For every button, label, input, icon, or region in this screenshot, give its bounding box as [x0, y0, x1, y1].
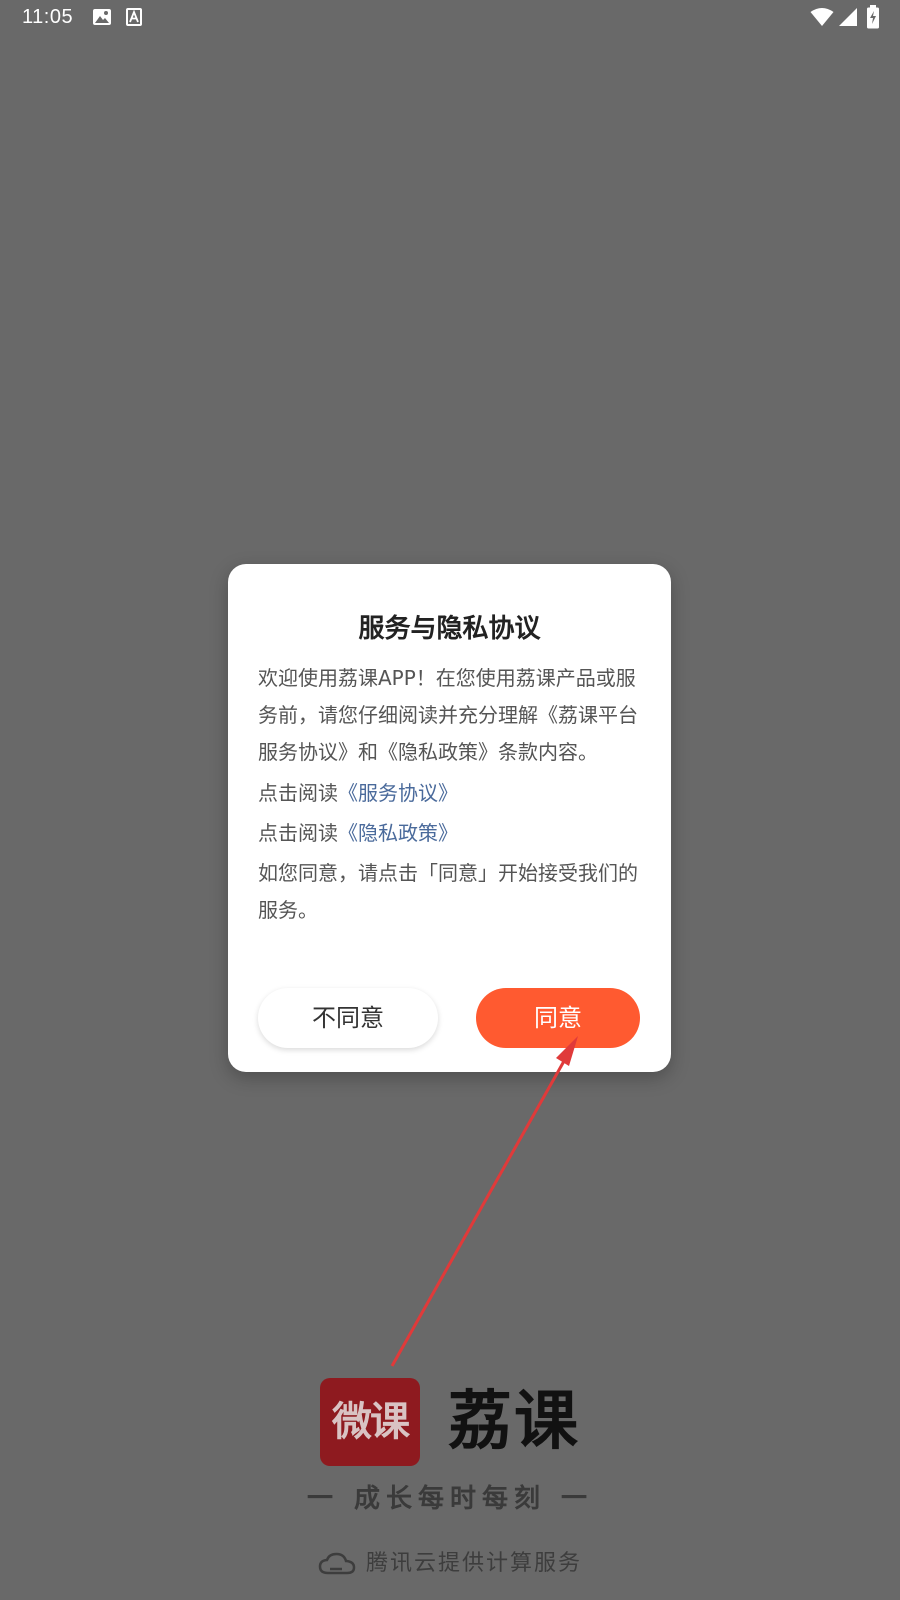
intro-text: 欢迎使用荔课APP！在您使用荔课产品或服务前，请您仔细阅读并充分理解《荔课平台服…	[258, 666, 638, 764]
service-agreement-link[interactable]: 《服务协议》	[338, 781, 458, 805]
image-icon	[93, 9, 111, 25]
signal-icon	[839, 8, 857, 26]
agree-button[interactable]: 同意	[476, 988, 640, 1048]
screen: 11:05 微课 荔课 一 成长每时每刻 一 腾讯云提供计算服务 服务与隐私协议…	[0, 0, 900, 1600]
dialog-body: 欢迎使用荔课APP！在您使用荔课产品或服务前，请您仔细阅读并充分理解《荔课平台服…	[258, 660, 643, 929]
app-logo: 微课	[320, 1378, 420, 1466]
powered-by-text: 腾讯云提供计算服务	[365, 1551, 582, 1576]
privacy-prefix: 点击阅读	[258, 821, 338, 845]
status-time: 11:05	[22, 6, 74, 28]
brand-name: 荔课	[448, 1385, 580, 1459]
privacy-line: 点击阅读《隐私政策》	[258, 815, 643, 852]
brand: 微课 荔课	[320, 1378, 600, 1468]
privacy-policy-link[interactable]: 《隐私政策》	[338, 821, 458, 845]
wifi-icon	[810, 8, 834, 26]
font-icon	[126, 8, 142, 26]
powered-by: 腾讯云提供计算服务	[0, 1545, 900, 1577]
cloud-icon	[318, 1552, 356, 1575]
dialog-title: 服务与隐私协议	[358, 614, 541, 644]
battery-icon	[867, 5, 879, 29]
service-line: 点击阅读《服务协议》	[258, 775, 643, 812]
service-prefix: 点击阅读	[258, 781, 338, 805]
disagree-button[interactable]: 不同意	[258, 988, 438, 1048]
privacy-dialog: 服务与隐私协议 欢迎使用荔课APP！在您使用荔课产品或服务前，请您仔细阅读并充分…	[228, 564, 671, 1072]
status-bar: 11:05	[0, 0, 900, 36]
consent-text: 如您同意，请点击「同意」开始接受我们的服务。	[258, 861, 638, 922]
slogan: 一 成长每时每刻 一	[306, 1484, 594, 1514]
